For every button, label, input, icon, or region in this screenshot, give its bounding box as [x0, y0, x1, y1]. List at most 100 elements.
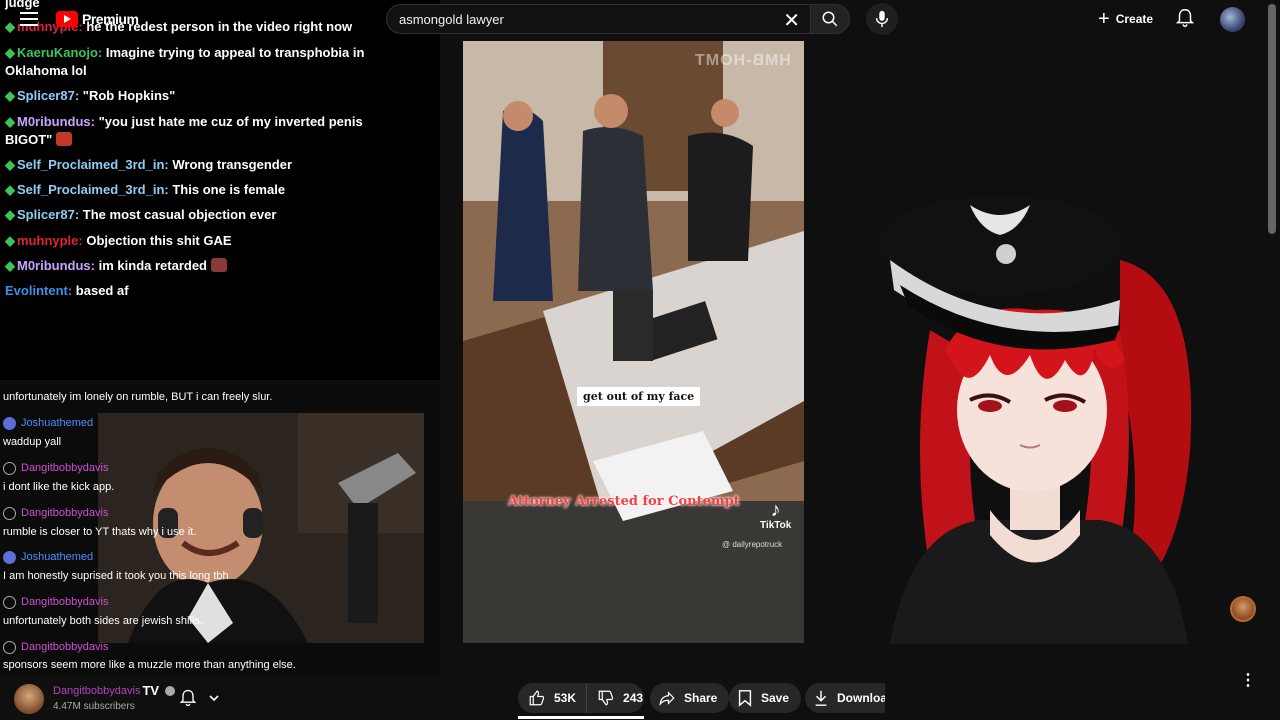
thumbs-up-icon: [528, 689, 546, 707]
chat-user: muhnyple:: [17, 233, 83, 248]
chat-line: ◆ Self_Proclaimed_3rd_in: This one is fem…: [5, 181, 405, 199]
chat-message-cont: BIGOT": [5, 132, 53, 147]
youtube-logo[interactable]: Premium: [56, 11, 139, 27]
chat-line: ◆ Splicer87: The most casual objection ev…: [5, 206, 405, 224]
download-label: Download: [837, 691, 885, 705]
stream-chat-message: unfortunately im lonely on rumble, BUT i…: [3, 391, 273, 403]
tiktok-handle: @ dailyrepotruck: [722, 540, 783, 549]
chat-message-cont: Oklahoma lol: [5, 63, 87, 78]
account-avatar[interactable]: [1220, 7, 1245, 32]
diamond-icon: ◆: [5, 157, 15, 172]
diamond-icon: ◆: [5, 207, 15, 222]
menu-icon[interactable]: [20, 12, 38, 26]
chat-message: im kinda retarded: [98, 258, 207, 273]
more-options-icon[interactable]: ⋮: [1240, 670, 1256, 689]
tiktok-label: TikTok: [760, 520, 792, 531]
share-button[interactable]: Share: [650, 683, 730, 713]
diamond-icon: ◆: [5, 19, 15, 34]
chat-user: Splicer87:: [17, 88, 80, 103]
bookmark-icon: [737, 689, 753, 707]
diamond-icon: ◆: [5, 233, 15, 248]
emote-icon: [211, 258, 227, 272]
creator-avatar-badge[interactable]: [1230, 596, 1256, 622]
verified-icon: [165, 685, 176, 696]
subscription-bell-button[interactable]: [178, 686, 228, 710]
user-avatar-icon: [3, 416, 16, 430]
save-label: Save: [761, 691, 790, 705]
stream-chat-message: sponsors seem more like a muzzle more th…: [3, 659, 296, 671]
chat-message: Objection this shit GAE: [86, 233, 232, 248]
voice-search-button[interactable]: [866, 3, 898, 35]
stream-chat-username: Dangitbobbydavis: [21, 462, 109, 474]
chat-message: The most casual objection ever: [82, 207, 277, 222]
download-button[interactable]: Download: [805, 683, 885, 713]
channel-name[interactable]: Dangitbobbydavis TV: [53, 683, 176, 698]
tiktok-note-icon: ♪: [770, 499, 781, 521]
notifications-button[interactable]: [1174, 7, 1198, 31]
stream-chat-user: Joshuathemed: [3, 550, 93, 564]
channel-avatar[interactable]: [14, 684, 44, 714]
channel-name-text: TV: [142, 683, 160, 698]
stream-chat-user: Dangitbobbydavis: [3, 640, 108, 654]
share-icon: [658, 689, 676, 707]
chat-line: ◆ Splicer87: "Rob Hopkins": [5, 87, 405, 105]
chat-user: M0ribundus:: [17, 258, 95, 273]
vtuber-avatar: [870, 190, 1200, 644]
microphone-icon: [875, 10, 889, 28]
user-avatar-icon: [3, 595, 16, 609]
logo-text: Premium: [82, 11, 139, 27]
chat-message: based af: [75, 283, 129, 298]
stream-chat-username: Dangitbobbydavis: [21, 641, 109, 653]
stream-chat-username: Dangitbobbydavis: [21, 596, 109, 608]
close-icon[interactable]: ✕: [783, 8, 800, 33]
stream-chat-user: Dangitbobbydavis: [3, 461, 108, 475]
stream-chat-user: Dangitbobbydavis: [3, 595, 108, 609]
save-button[interactable]: Save: [729, 683, 802, 713]
diamond-icon: ◆: [5, 182, 15, 197]
stream-chat-username: Joshuathemed: [21, 551, 94, 563]
stream-chat-message: unfortunately both sides are jewish shil…: [3, 615, 203, 627]
stream-chat-message: rumble is closer to YT thats why i use i…: [3, 526, 197, 538]
stream-chat-message: waddup yall: [3, 436, 62, 448]
download-icon: [813, 689, 829, 707]
tiktok-logo: ♪ TikTok: [760, 500, 791, 531]
diamond-icon: ◆: [5, 114, 15, 129]
like-button[interactable]: 53K: [518, 683, 588, 713]
page-scrollbar[interactable]: [1268, 4, 1276, 234]
search-button[interactable]: [810, 4, 850, 34]
search-input[interactable]: [399, 12, 759, 27]
stream-chat-message: I am honestly suprised it took you this …: [3, 570, 229, 582]
chat-message: This one is female: [172, 182, 286, 197]
video-watermark: HMB-HOMT: [694, 52, 791, 69]
chat-line: ◆ Self_Proclaimed_3rd_in: Wrong transgend…: [5, 156, 405, 174]
user-avatar-icon: [3, 461, 16, 475]
diamond-icon: ◆: [5, 88, 15, 103]
plus-icon: +: [1098, 7, 1110, 30]
user-avatar-icon: [3, 550, 16, 564]
create-label: Create: [1115, 12, 1154, 26]
video-caption: get out of my face: [577, 387, 701, 406]
bell-icon: [178, 688, 198, 708]
search-box[interactable]: ✕: [386, 4, 810, 34]
chat-message: "you just hate me cuz of my inverted pen…: [98, 114, 363, 129]
chat-overlay: judge ◆ muhnyple: he the redest person in…: [0, 0, 440, 380]
like-dislike-group: 53K 243: [518, 683, 644, 713]
dislike-button[interactable]: 243: [587, 683, 653, 713]
chat-line: ◆ KaeruKanojo: Imagine trying to appeal t…: [5, 44, 405, 80]
chevron-down-icon: [208, 692, 220, 704]
dislike-count: 243: [623, 691, 644, 705]
subscriber-count: 4.47M subscribers: [53, 701, 135, 712]
chat-line: ◆ M0ribundus: "you just hate me cuz of my…: [5, 113, 405, 149]
chat-user: Self_Proclaimed_3rd_in:: [17, 182, 169, 197]
video-player[interactable]: [463, 41, 804, 643]
stream-chat-username: Dangitbobbydavis: [21, 507, 109, 519]
create-button[interactable]: + Create: [1090, 4, 1165, 34]
diamond-icon: ◆: [5, 45, 15, 60]
chat-line: ◆ muhnyple: Objection this shit GAE: [5, 232, 405, 250]
chat-message: Imagine trying to appeal to transphobia …: [105, 45, 365, 60]
stream-chat-message: i dont like the kick app.: [3, 481, 115, 493]
video-title-caption: Attorney Arrested for Contempt: [508, 494, 740, 509]
thumbs-down-icon: [597, 689, 615, 707]
diamond-icon: ◆: [5, 258, 15, 273]
emote-icon: [56, 132, 73, 146]
